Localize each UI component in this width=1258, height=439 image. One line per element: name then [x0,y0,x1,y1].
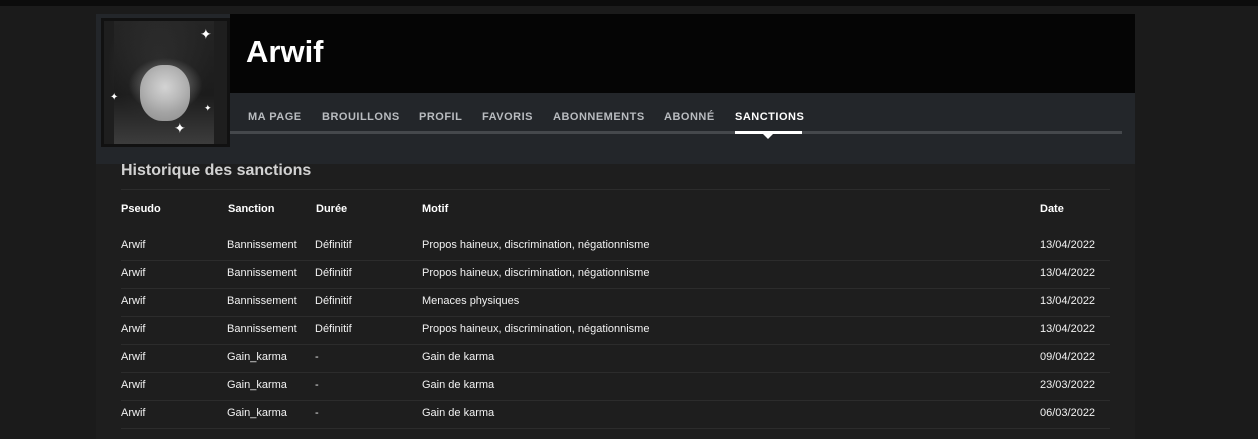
table-row: Arwif Bannissement Définitif Propos haineux… [121,317,1110,345]
cell-motif: Propos haineux, discrimination, négation… [422,323,650,335]
cell-motif: Gain de karma [422,351,495,363]
cell-duree: Définitif [315,323,352,335]
cell-date: 13/04/2022 [1040,295,1096,307]
cell-duree: Définitif [315,295,352,307]
profile-username: Arwif [246,34,324,69]
cell-pseudo: Arwif [121,323,146,335]
divider [121,189,1110,190]
col-header-date: Date [1040,203,1064,215]
cell-pseudo: Arwif [121,239,146,251]
cell-sanction: Gain_karma [227,407,287,419]
nav-band [230,93,1135,164]
top-bar [0,0,1258,6]
col-header-sanction: Sanction [228,203,275,215]
tab-sanctions[interactable]: SANCTIONS [735,111,804,123]
cell-date: 13/04/2022 [1040,239,1096,251]
tab-favoris[interactable]: FAVORIS [482,111,533,123]
avatar[interactable]: ✦ ✦ ✦ ✦ [101,18,230,147]
tab-abonne[interactable]: ABONNÉ [664,111,715,123]
nav-underline [230,131,1122,134]
cell-date: 13/04/2022 [1040,323,1096,335]
table-row: Arwif Gain_karma - Gain de karma 09/04/2022 [121,345,1110,373]
cell-sanction: Bannissement [227,323,297,335]
active-tab-caret-icon [763,134,773,139]
cell-motif: Menaces physiques [422,295,520,307]
cell-pseudo: Arwif [121,379,146,391]
sparkle-icon: ✦ [204,103,212,113]
cell-sanction: Gain_karma [227,379,287,391]
cell-motif: Propos haineux, discrimination, négation… [422,239,650,251]
sparkle-icon: ✦ [200,26,212,42]
cell-duree: Définitif [315,239,352,251]
cell-sanction: Bannissement [227,295,297,307]
avatar-face [140,65,190,121]
cell-sanction: Gain_karma [227,351,287,363]
table-row: Arwif Bannissement Définitif Propos haineux… [121,261,1110,289]
col-header-pseudo: Pseudo [121,203,161,215]
col-header-duree: Durée [316,203,348,215]
cell-pseudo: Arwif [121,267,146,279]
table-row: Arwif Bannissement Définitif Propos haineux… [121,233,1110,261]
table-row: Arwif Gain_karma - Gain de karma 06/03/2022 [121,401,1110,429]
cell-date: 23/03/2022 [1040,379,1096,391]
cell-motif: Gain de karma [422,407,495,419]
cell-pseudo: Arwif [121,407,146,419]
cell-motif: Gain de karma [422,379,495,391]
table-row: Arwif Gain_karma - Gain de karma 23/03/2022 [121,373,1110,401]
cell-duree: - [315,407,319,419]
table-row: Arwif Bannissement Définitif Menaces physiq… [121,289,1110,317]
tab-profil[interactable]: PROFIL [419,111,462,123]
cell-duree: - [315,379,319,391]
cell-duree: Définitif [315,267,352,279]
tab-abonnements[interactable]: ABONNEMENTS [553,111,645,123]
cell-pseudo: Arwif [121,295,146,307]
cell-date: 09/04/2022 [1040,351,1096,363]
cell-pseudo: Arwif [121,351,146,363]
cell-date: 06/03/2022 [1040,407,1096,419]
col-header-motif: Motif [422,203,449,215]
sparkle-icon: ✦ [110,92,119,103]
tab-brouillons[interactable]: BROUILLONS [322,111,400,123]
profile-header [230,14,1135,93]
cell-sanction: Bannissement [227,267,297,279]
cell-date: 13/04/2022 [1040,267,1096,279]
tab-ma-page[interactable]: MA PAGE [248,111,302,123]
cell-duree: - [315,351,319,363]
cell-motif: Propos haineux, discrimination, négation… [422,267,650,279]
sparkle-icon: ✦ [174,120,186,136]
cell-sanction: Bannissement [227,239,297,251]
section-title: Historique des sanctions [121,162,312,179]
